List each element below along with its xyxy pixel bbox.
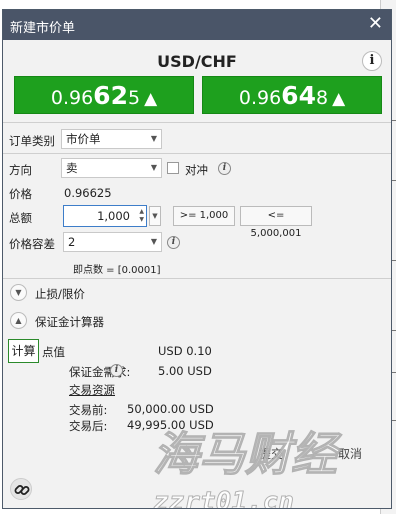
pip-value: USD 0.10 [158, 344, 212, 358]
divider [3, 278, 391, 279]
spinner-icon[interactable]: ▲ ▼ [139, 208, 144, 224]
amount-dropdown-button[interactable]: ▼ [149, 206, 161, 226]
before-trade-label: 交易前: [69, 403, 108, 417]
info-icon[interactable]: i [110, 364, 123, 377]
stop-limit-section-label[interactable]: 止损/限价 [35, 286, 85, 302]
title-bar: 新建市价单 ✕ [3, 10, 391, 40]
arrow-up-icon: ▲ [144, 89, 158, 109]
order-type-label: 订单类别 [9, 134, 55, 148]
cancel-button[interactable]: 取消 [313, 442, 387, 466]
sell-quote-button[interactable]: 0.96625 ▲ [14, 76, 194, 114]
after-trade-label: 交易后: [69, 419, 108, 433]
sell-price-prefix: 0.96 [50, 87, 94, 109]
hedge-checkbox[interactable] [167, 162, 179, 174]
buy-quote-button[interactable]: 0.96648 ▲ [202, 76, 382, 114]
collapse-margin-calc-toggle[interactable]: ▲ [10, 312, 27, 329]
amount-input[interactable]: 1,000 ▲ ▼ [63, 205, 147, 227]
buy-price-prefix: 0.96 [238, 87, 282, 109]
close-icon[interactable]: ✕ [368, 13, 383, 35]
svg-text:zzrt01.cn: zzrt01.cn [153, 487, 294, 509]
symbol-label: USD/CHF [157, 52, 237, 71]
arrow-up-icon: ▲ [332, 89, 346, 109]
divider [3, 122, 391, 123]
info-icon[interactable]: i [362, 51, 382, 71]
slippage-select[interactable]: 2 ▼ [63, 232, 162, 252]
amount-value: 1,000 [97, 209, 130, 223]
divider [3, 153, 391, 154]
buy-price-pip: 8 [315, 87, 329, 109]
after-trade-value: 49,995.00 USD [127, 418, 214, 432]
price-label: 价格 [9, 187, 32, 201]
chevron-down-icon: ▼ [150, 237, 157, 246]
pip-note: 即点数 = [0.0001] [73, 265, 161, 276]
buy-price-big: 64 [281, 81, 316, 110]
direction-value: 卖 [66, 161, 78, 175]
min-amount-button[interactable]: >= 1,000 [173, 206, 235, 226]
hedge-label: 对冲 [185, 163, 208, 177]
max-amount-button[interactable]: <= 5,000,001 [240, 206, 312, 239]
pip-value-label: 点值 [42, 345, 65, 359]
trading-resources-link[interactable]: 交易资源 [69, 382, 115, 398]
amount-label: 总额 [9, 211, 32, 225]
submit-button[interactable]: 提交 [235, 442, 307, 466]
info-icon[interactable]: i [167, 236, 180, 249]
direction-label: 方向 [9, 163, 32, 177]
slippage-value: 2 [68, 235, 76, 249]
expand-stop-limit-toggle[interactable]: ▼ [10, 284, 27, 301]
dialog-title: 新建市价单 [10, 21, 76, 36]
calculate-button[interactable]: 计算 [8, 339, 39, 363]
price-value: 0.96625 [64, 186, 112, 200]
link-chain-icon[interactable] [10, 478, 32, 500]
chevron-down-icon: ▼ [150, 134, 157, 143]
direction-select[interactable]: 卖 ▼ [61, 158, 162, 178]
margin-requirement-value: 5.00 USD [158, 364, 212, 378]
order-type-value: 市价单 [66, 132, 101, 146]
sell-price-big: 62 [93, 81, 128, 110]
chevron-down-icon: ▼ [150, 163, 157, 172]
before-trade-value: 50,000.00 USD [127, 402, 214, 416]
order-type-select[interactable]: 市价单 ▼ [61, 129, 162, 149]
info-icon[interactable]: i [218, 162, 231, 175]
market-order-dialog: 新建市价单 ✕ USD/CHF i 0.96625 ▲ 0.96648 ▲ 订单类别… [2, 9, 392, 509]
sell-price-pip: 5 [127, 87, 141, 109]
slippage-label: 价格容差 [9, 237, 55, 251]
margin-calc-section-label[interactable]: 保证金计算器 [35, 314, 104, 330]
